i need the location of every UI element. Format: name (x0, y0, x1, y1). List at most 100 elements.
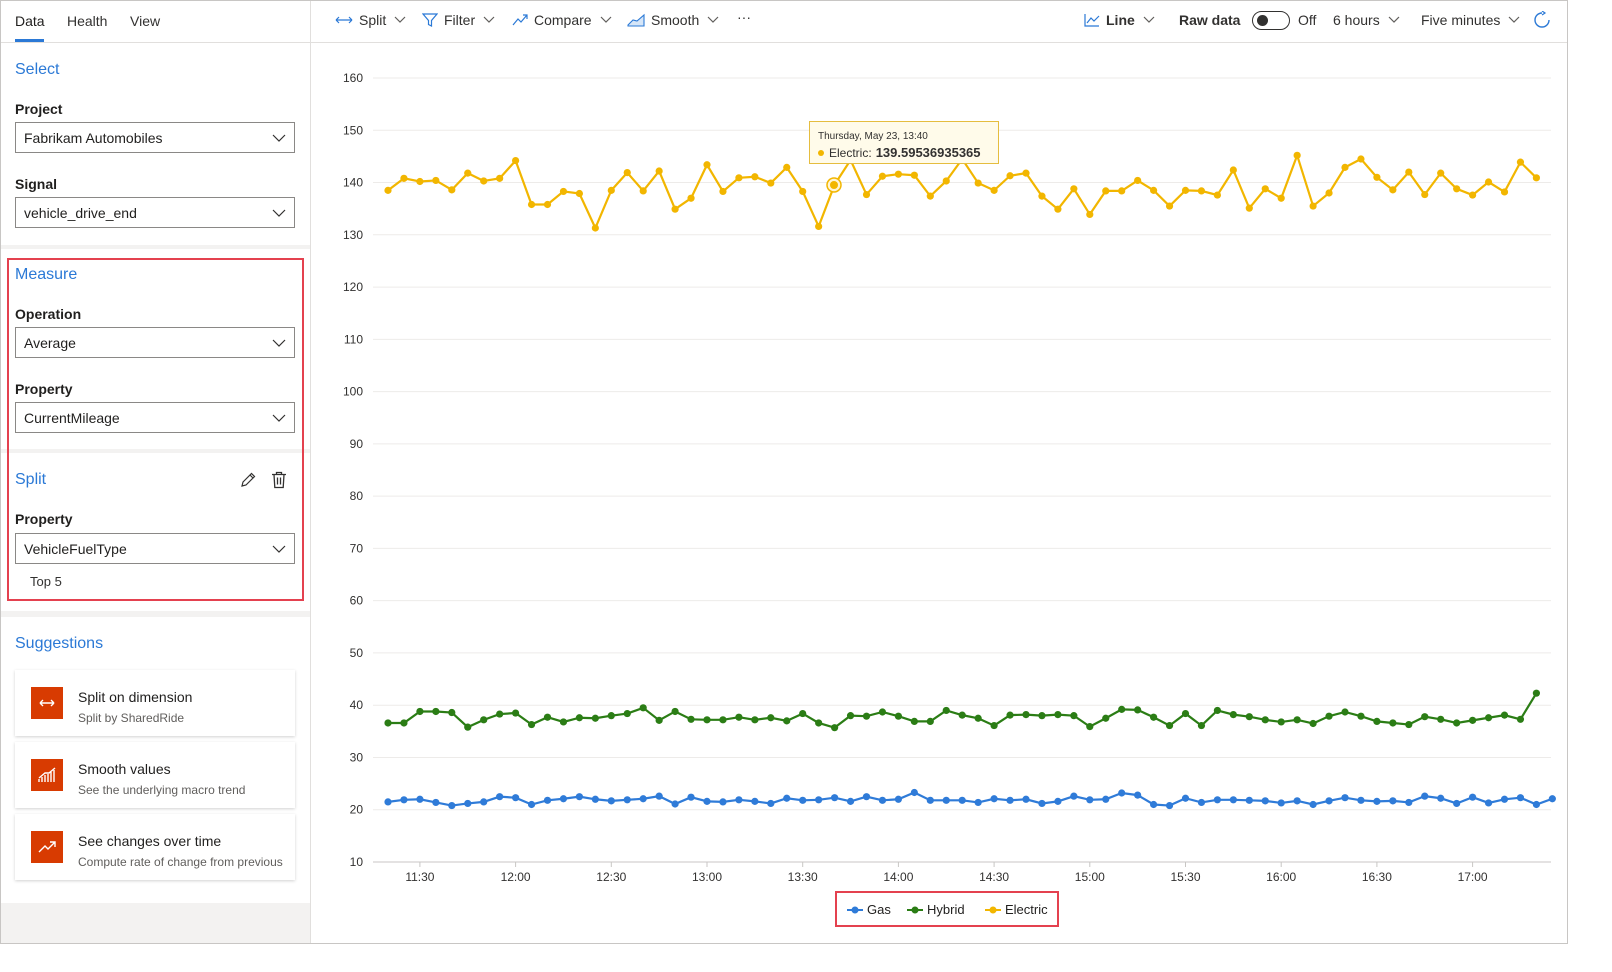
data-point (1293, 797, 1301, 805)
data-point (591, 714, 599, 722)
data-point (1261, 185, 1269, 193)
data-point (480, 798, 488, 806)
data-point (1325, 797, 1333, 805)
legend-swatch (907, 906, 923, 913)
legend-item-hybrid[interactable]: Hybrid (907, 902, 965, 917)
data-point (1484, 799, 1493, 807)
data-point (815, 719, 823, 727)
data-point (942, 796, 950, 804)
data-point (894, 170, 903, 178)
data-point (1516, 158, 1525, 166)
data-point (719, 798, 727, 806)
data-point (543, 796, 552, 804)
data-point (910, 171, 918, 179)
data-point (1070, 792, 1078, 800)
data-point (1421, 190, 1429, 199)
data-point (1277, 194, 1285, 202)
data-point (1118, 789, 1126, 797)
data-point (862, 793, 871, 801)
data-point (1484, 178, 1493, 186)
data-point (1469, 716, 1477, 724)
data-point (1245, 713, 1253, 721)
data-point (894, 795, 903, 803)
data-point (1484, 714, 1493, 722)
data-point (894, 712, 903, 720)
data-point (1325, 712, 1333, 720)
y-tick-label: 120 (343, 280, 363, 294)
data-point (1341, 163, 1349, 171)
data-point (1229, 166, 1237, 174)
data-point (831, 794, 839, 802)
legend-item-electric[interactable]: Electric (985, 902, 1048, 917)
data-point (1038, 799, 1046, 808)
data-point (862, 190, 871, 199)
data-point (496, 793, 504, 801)
data-point (1118, 187, 1126, 195)
y-tick-label: 40 (350, 698, 364, 712)
data-point (1532, 800, 1540, 809)
data-point (1516, 794, 1525, 802)
x-tick-label: 17:00 (1458, 870, 1488, 884)
data-point (1229, 711, 1237, 719)
data-point (1006, 172, 1014, 180)
y-tick-label: 110 (344, 332, 363, 346)
y-tick-label: 140 (343, 176, 363, 190)
data-point (767, 799, 775, 808)
data-point (1261, 797, 1269, 805)
data-point (1038, 712, 1046, 720)
data-point (1006, 796, 1014, 804)
data-point (1197, 798, 1206, 807)
data-point (1389, 797, 1397, 805)
data-point (783, 717, 791, 725)
data-point (1022, 711, 1030, 719)
data-point (974, 179, 982, 187)
data-point (735, 713, 743, 721)
data-point (1150, 186, 1158, 194)
data-point (1022, 169, 1030, 177)
data-point (1437, 794, 1445, 802)
data-point (416, 795, 424, 803)
data-point (990, 721, 998, 730)
x-tick-label: 15:30 (1170, 870, 1200, 884)
data-point (1437, 169, 1445, 177)
data-point (1293, 151, 1301, 159)
x-tick-label: 12:00 (501, 870, 531, 884)
data-point (926, 796, 934, 804)
data-point (719, 187, 727, 196)
data-point (1102, 714, 1110, 722)
data-point (1245, 204, 1253, 212)
data-point (1500, 188, 1509, 196)
data-point (1532, 689, 1540, 697)
y-tick-label: 80 (350, 489, 364, 503)
data-point (1516, 715, 1525, 723)
data-point (974, 714, 982, 722)
data-point (958, 711, 966, 719)
data-point (384, 186, 392, 194)
data-point (416, 707, 424, 716)
tooltip-value: 139.59536935365 (875, 145, 981, 160)
y-tick-label: 150 (343, 123, 363, 137)
data-point (1357, 155, 1365, 163)
data-point (1469, 191, 1477, 199)
data-point (990, 795, 998, 803)
data-point (1373, 717, 1381, 726)
data-point (1341, 708, 1349, 716)
data-point (432, 798, 440, 807)
data-point (1453, 185, 1461, 193)
data-point (384, 719, 392, 727)
data-point (591, 224, 599, 232)
data-point (639, 704, 647, 712)
data-point (974, 798, 982, 807)
data-point (639, 795, 647, 803)
data-point (464, 169, 472, 177)
data-point (559, 718, 568, 726)
y-tick-label: 100 (343, 385, 363, 399)
data-point (878, 708, 887, 716)
data-point (735, 174, 743, 182)
data-point (703, 161, 711, 169)
legend-item-gas[interactable]: Gas (847, 902, 891, 917)
data-point (527, 200, 536, 209)
data-point (559, 187, 568, 196)
data-point (543, 713, 552, 721)
data-point (1086, 796, 1094, 804)
